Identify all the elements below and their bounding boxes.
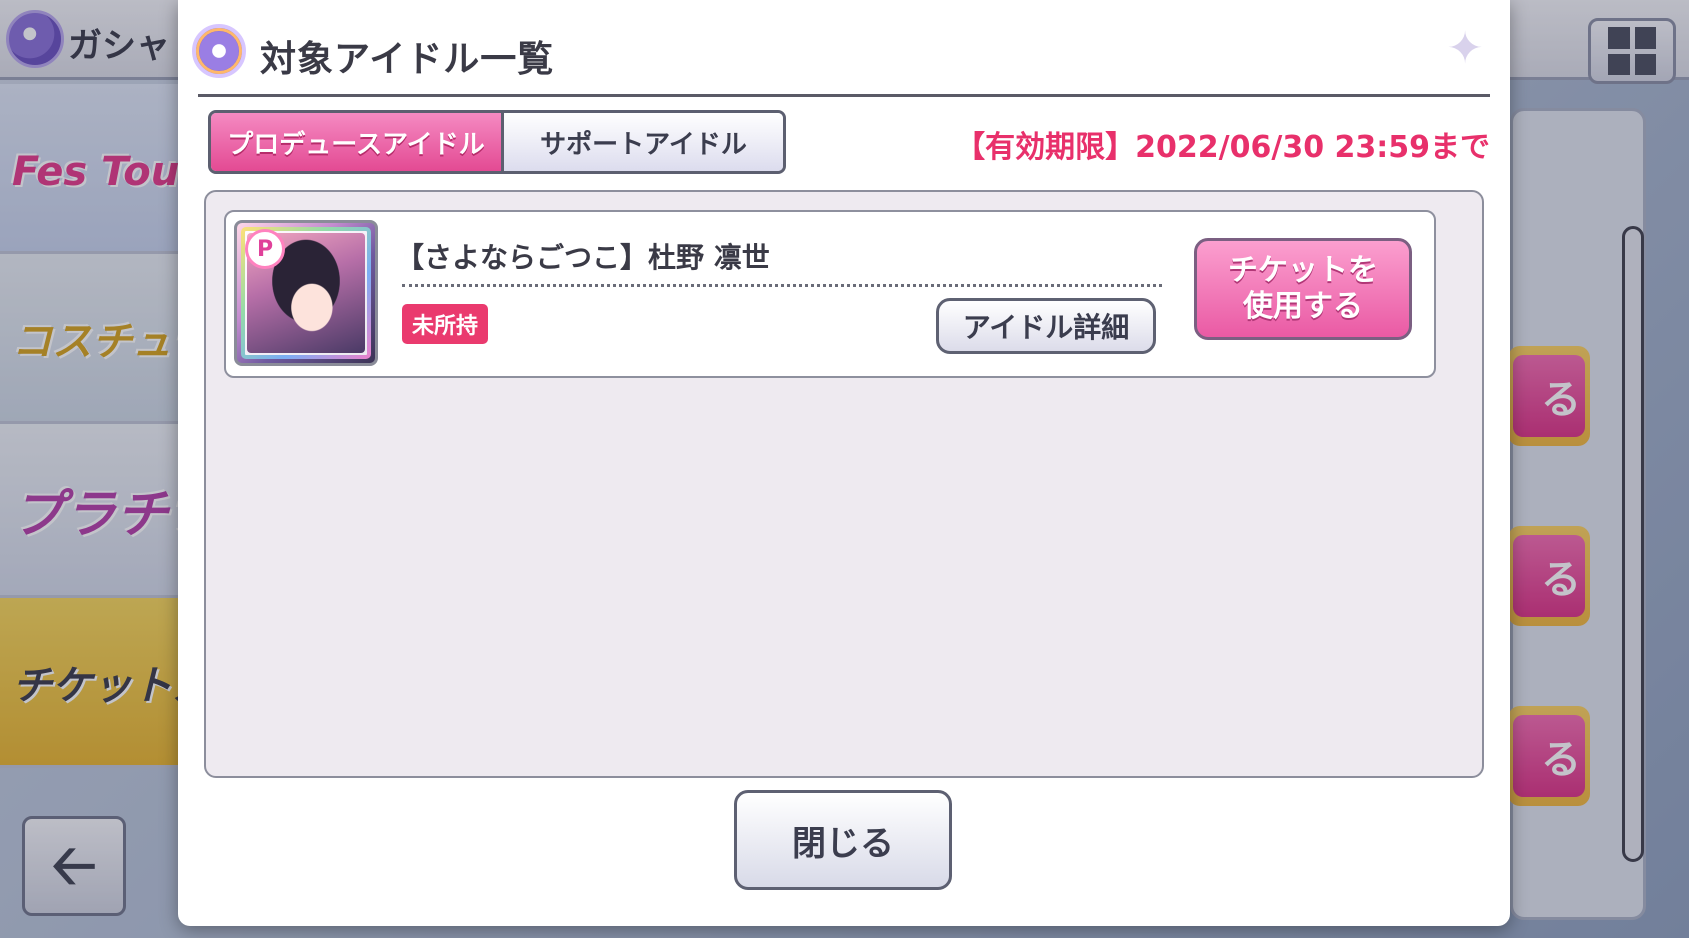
dialog-title: 対象アイドル一覧 xyxy=(260,39,555,80)
idol-list: P 【さよならごつこ】杜野 凛世 未所持 アイドル詳細 チケットを 使用する xyxy=(204,190,1484,778)
idol-name: 【さよならごつこ】杜野 凛世 xyxy=(396,241,770,274)
expiry-date: 【有効期限】2022/06/30 23:59まで xyxy=(955,130,1490,165)
target-idol-list-dialog: 対象アイドル一覧 ✦ プロデュースアイドル サポートアイドル 【有効期限】202… xyxy=(178,0,1510,926)
use-ticket-label-line2: 使用する xyxy=(1243,289,1363,324)
tab-produce-idol[interactable]: プロデュースアイドル xyxy=(211,113,501,171)
title-divider xyxy=(198,94,1490,97)
list-item: P 【さよならごつこ】杜野 凛世 未所持 アイドル詳細 チケットを 使用する xyxy=(224,210,1436,378)
idol-thumbnail[interactable]: P xyxy=(234,220,378,366)
produce-type-badge-icon: P xyxy=(245,229,285,269)
tab-support-idol[interactable]: サポートアイドル xyxy=(501,113,783,171)
close-button[interactable]: 閉じる xyxy=(734,790,952,890)
use-ticket-label-line1: チケットを xyxy=(1228,253,1378,288)
idol-type-tabs: プロデュースアイドル サポートアイドル xyxy=(208,110,786,174)
dotted-divider xyxy=(402,284,1162,287)
status-badge: 未所持 xyxy=(402,304,489,344)
sparkle-icon: ✦ xyxy=(1446,23,1484,74)
use-ticket-button[interactable]: チケットを 使用する xyxy=(1194,238,1412,340)
idol-detail-button[interactable]: アイドル詳細 xyxy=(936,298,1156,354)
gasha-disc-icon xyxy=(192,24,246,78)
